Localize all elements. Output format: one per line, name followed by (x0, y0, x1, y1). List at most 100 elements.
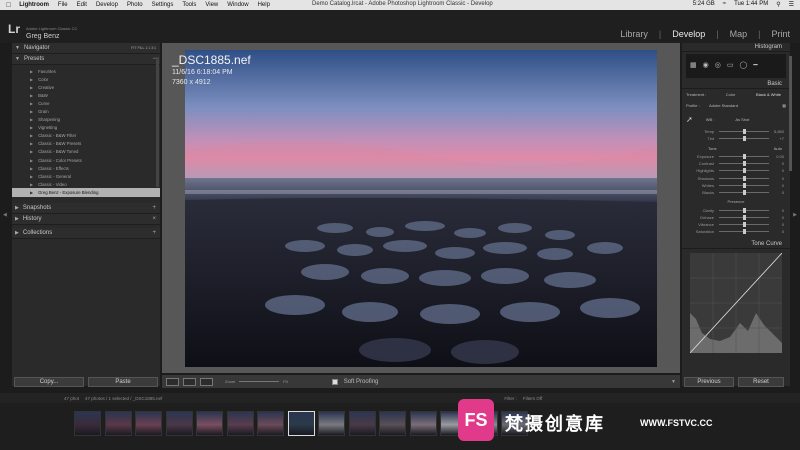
right-scrollbar[interactable] (789, 56, 792, 171)
loupe-view-icon[interactable] (166, 377, 179, 386)
slider-thumb[interactable] (742, 222, 746, 228)
menu-develop[interactable]: Develop (96, 2, 118, 8)
menu-file[interactable]: File (58, 2, 68, 8)
preset-color[interactable]: ▶ Color (12, 75, 160, 83)
slider-track[interactable] (719, 136, 769, 142)
filmstrip-thumbnail[interactable] (226, 411, 254, 436)
slider-track[interactable] (719, 175, 769, 181)
filmstrip-thumbnail[interactable] (348, 411, 376, 436)
menu-photo[interactable]: Photo (127, 2, 143, 8)
slider-value[interactable]: 0 (774, 190, 784, 195)
tone-auto-button[interactable]: Auto (774, 146, 782, 151)
spot-removal-icon[interactable]: ◉ (703, 61, 709, 69)
copy-button[interactable]: Copy... (14, 377, 84, 387)
slider-value[interactable]: +7 (774, 136, 784, 141)
collections-header[interactable]: ▶ Collections + (12, 227, 160, 239)
menu-window[interactable]: Window (227, 2, 248, 8)
module-map[interactable]: Map (730, 29, 748, 39)
before-after-icon[interactable] (200, 377, 213, 386)
menu-app[interactable]: Lightroom (19, 2, 49, 8)
preset-classic-effects[interactable]: ▶ Classic - Effects (12, 164, 160, 172)
right-panel-toggle-icon[interactable]: ▶ (793, 212, 797, 218)
menu-settings[interactable]: Settings (152, 2, 174, 8)
preset-classic-bw-toned[interactable]: ▶ Classic - B&W Toned (12, 148, 160, 156)
preset-classic-bw-presets[interactable]: ▶ Classic - B&W Presets (12, 140, 160, 148)
menu-tools[interactable]: Tools (182, 2, 196, 8)
slider-thumb[interactable] (742, 175, 746, 181)
wifi-icon[interactable]: ≈ (723, 1, 726, 8)
filmstrip-thumbnail[interactable] (165, 411, 193, 436)
slider-thumb[interactable] (742, 136, 746, 142)
slider-track[interactable] (719, 222, 769, 228)
slider-value[interactable]: 0 (774, 229, 784, 234)
slider-thumb[interactable] (742, 153, 746, 159)
reset-button[interactable]: Reset (738, 377, 784, 387)
filmstrip-thumbnail[interactable] (104, 411, 132, 436)
slider-track[interactable] (719, 182, 769, 188)
filter-select[interactable]: Filters Off (523, 396, 542, 401)
preset-exposure-blending[interactable]: ▶ Greg Benz - Exposure Blending (12, 188, 160, 197)
filmstrip-thumbnail[interactable] (287, 411, 315, 436)
slider-value[interactable]: 0 (774, 161, 784, 166)
slider-value[interactable]: 5,850 (774, 129, 784, 134)
slider-track[interactable] (719, 153, 769, 159)
filmstrip-thumbnail[interactable] (257, 411, 284, 436)
menu-list-icon[interactable]: ☰ (789, 1, 794, 8)
slider-track[interactable] (719, 190, 769, 196)
soft-proof-checkbox[interactable] (331, 378, 338, 385)
search-icon[interactable]: ⚲ (776, 1, 780, 8)
zoom-slider[interactable] (239, 381, 280, 382)
previous-button[interactable]: Previous (684, 377, 734, 387)
slider-thumb[interactable] (742, 207, 746, 213)
filmstrip-thumbnail[interactable] (409, 411, 437, 436)
slider-track[interactable] (719, 207, 769, 213)
plus-icon[interactable]: + (152, 230, 156, 236)
preset-vignetting[interactable]: ▶ Vignetting (12, 124, 160, 132)
basic-header[interactable]: Basic (682, 80, 790, 89)
adjustment-brush-icon[interactable]: ━ (753, 61, 757, 69)
red-eye-icon[interactable]: ◎ (715, 61, 721, 69)
preset-classic-bw-filter[interactable]: ▶ Classic - B&W Filter (12, 132, 160, 140)
slider-thumb[interactable] (742, 214, 746, 220)
slider-value[interactable]: 0.00 (774, 154, 784, 159)
wb-select[interactable]: As Shot (735, 117, 749, 122)
snapshots-header[interactable]: ▶ Snapshots + (12, 202, 160, 214)
filmstrip-thumbnail[interactable] (379, 411, 406, 436)
graduated-filter-icon[interactable]: ▭ (727, 61, 734, 69)
slider-track[interactable] (719, 229, 769, 235)
slider-value[interactable]: 0 (774, 168, 784, 173)
treatment-color[interactable]: Color (713, 92, 748, 97)
preset-creative[interactable]: ▶ Creative (12, 83, 160, 91)
slider-thumb[interactable] (742, 182, 746, 188)
module-develop[interactable]: Develop (672, 29, 705, 39)
navigator-header[interactable]: ▼ Navigator FIT FILL 1:1 3:1 (12, 43, 160, 54)
slider-value[interactable]: 0 (774, 208, 784, 213)
preset-favorites[interactable]: ▶ Favorites (12, 67, 160, 75)
slider-value[interactable]: 0 (774, 215, 784, 220)
radial-filter-icon[interactable]: ◯ (739, 61, 747, 69)
slider-track[interactable] (719, 161, 769, 167)
left-panel-toggle-icon[interactable]: ◀ (3, 212, 7, 218)
slider-thumb[interactable] (742, 190, 746, 196)
toolbar-menu-icon[interactable]: ▼ (671, 379, 676, 385)
module-library[interactable]: Library (620, 29, 648, 39)
slider-thumb[interactable] (742, 129, 746, 135)
filmstrip-thumbnail[interactable] (196, 411, 223, 436)
wb-eyedropper-icon[interactable]: ➚ (686, 115, 693, 124)
profile-select[interactable]: Adobe Standard (709, 103, 779, 108)
filmstrip-thumbnail[interactable] (318, 411, 345, 436)
menu-edit[interactable]: Edit (77, 2, 87, 8)
apple-icon[interactable]:  (6, 2, 11, 9)
tone-curve-graph[interactable] (689, 252, 783, 353)
slider-value[interactable]: 0 (774, 222, 784, 227)
slider-thumb[interactable] (742, 229, 746, 235)
close-icon[interactable]: × (152, 216, 156, 222)
compare-view-icon[interactable] (183, 377, 196, 386)
preset-bw[interactable]: ▶ B&W (12, 91, 160, 99)
slider-track[interactable] (719, 214, 769, 220)
history-header[interactable]: ▶ History × (12, 213, 160, 225)
preset-classic-color-presets[interactable]: ▶ Classic - Color Presets (12, 156, 160, 164)
slider-value[interactable]: 0 (774, 183, 784, 188)
preset-classic-video[interactable]: ▶ Classic - Video (12, 180, 160, 188)
histogram-header[interactable]: Histogram (682, 43, 790, 52)
